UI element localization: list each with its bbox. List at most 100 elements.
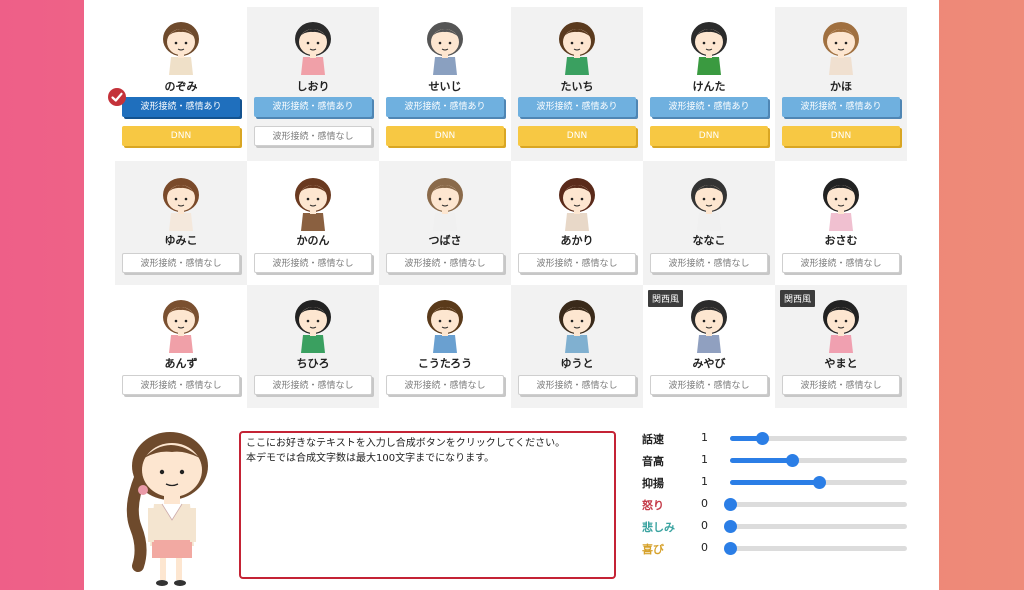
character-name: のぞみ	[164, 80, 198, 93]
slider-row: 怒り 0	[642, 494, 912, 516]
character-avatar-icon	[547, 295, 607, 355]
character-card[interactable]: しおり波形接続・感情あり 波形接続・感情なし	[247, 7, 379, 161]
character-card[interactable]: あんず波形接続・感情なし	[115, 285, 247, 408]
character-name: やまと	[824, 357, 858, 370]
slider-row: 話速 1	[642, 428, 912, 450]
voice-wave-no-emotion-button[interactable]: 波形接続・感情なし	[518, 375, 636, 395]
character-avatar-icon	[415, 295, 475, 355]
voice-wave-no-emotion-button[interactable]: 波形接続・感情なし	[650, 253, 768, 273]
character-avatar-icon	[151, 295, 211, 355]
slider-track[interactable]	[730, 476, 907, 489]
voice-wave-no-emotion-button[interactable]: 波形接続・感情なし	[122, 253, 240, 273]
voice-wave-no-emotion-button[interactable]: 波形接続・感情なし	[650, 375, 768, 395]
slider-label: 悲しみ	[642, 521, 675, 534]
character-name: ゆうと	[560, 357, 594, 370]
dialect-badge: 関西風	[780, 290, 816, 307]
voice-dnn-button[interactable]: DNN	[386, 126, 504, 146]
text-line-2: 本デモでは合成文字数は最大100文字までになります。	[246, 453, 495, 464]
slider-row: 抑揚 1	[642, 472, 912, 494]
character-grid: のぞみ 波形接続・感情あり DNN しおり 波形接続・感情あり 波形接続・感情なし せい…	[108, 7, 907, 408]
synthesis-text-input[interactable]: ここにお好きなテキストを入力し合成ボタンをクリックしてください。 本デモでは合成…	[239, 431, 616, 579]
slider-track[interactable]	[724, 498, 907, 511]
slider-thumb[interactable]	[755, 432, 769, 445]
character-card[interactable]: こうたろう 波形接続・感情なし	[379, 285, 511, 408]
character-card[interactable]: のぞみ波形接続・感情あり DNN	[108, 7, 247, 161]
text-line-1: ここにお好きなテキストを入力し合成ボタンをクリックしてください。	[246, 438, 566, 449]
voice-wave-no-emotion-button[interactable]: 波形接続・感情なし	[254, 375, 372, 395]
slider-track[interactable]	[724, 520, 907, 533]
voice-dnn-button[interactable]: DNN	[518, 126, 636, 146]
character-card[interactable]: けんた波形接続・感情あり DNN	[643, 7, 775, 161]
voice-wave-no-emotion-button[interactable]: 波形接続・感情なし	[518, 253, 636, 273]
dialect-badge: 関西風	[648, 290, 684, 307]
character-card[interactable]: つばさ 波形接続・感情なし	[379, 161, 511, 285]
slider-label: 怒り	[642, 499, 664, 512]
slider-thumb[interactable]	[724, 542, 737, 555]
voice-wave-emotion-button[interactable]: 波形接続・感情あり	[122, 97, 240, 117]
slider-label: 音高	[642, 455, 664, 468]
character-avatar-icon	[679, 295, 739, 355]
slider-track[interactable]	[730, 432, 907, 445]
slider-value: 0	[701, 519, 708, 532]
character-avatar-icon	[283, 173, 343, 233]
voice-wave-no-emotion-button[interactable]: 波形接続・感情なし	[782, 253, 900, 273]
slider-label: 抑揚	[642, 477, 664, 490]
character-name: しおり	[296, 80, 330, 93]
voice-dnn-button[interactable]: DNN	[650, 126, 768, 146]
check-circle-icon	[108, 88, 126, 106]
voice-dnn-button[interactable]: DNN	[122, 126, 240, 146]
character-card[interactable]: おさむ 波形接続・感情なし	[775, 161, 907, 285]
character-avatar-icon	[415, 17, 475, 77]
main-panel: のぞみ 波形接続・感情あり DNN しおり 波形接続・感情あり 波形接続・感情なし せい…	[84, 0, 939, 590]
voice-wave-emotion-button[interactable]: 波形接続・感情あり	[782, 97, 900, 117]
slider-fill	[730, 480, 819, 485]
slider-track[interactable]	[730, 454, 907, 467]
slider-value: 1	[701, 431, 708, 444]
slider-thumb[interactable]	[785, 454, 799, 467]
character-card[interactable]: ちひろ 波形接続・感情なし	[247, 285, 379, 408]
character-avatar-icon	[811, 295, 871, 355]
character-card[interactable]: ゆみこ波形接続・感情なし	[115, 161, 247, 285]
character-name: かほ	[830, 80, 852, 93]
slider-track[interactable]	[724, 542, 907, 555]
character-avatar-icon	[811, 173, 871, 233]
slider-fill	[730, 458, 792, 463]
character-card[interactable]: たいち 波形接続・感情あり DNN	[511, 7, 643, 161]
character-name: せいじ	[428, 80, 462, 93]
voice-wave-no-emotion-button[interactable]: 波形接続・感情なし	[122, 375, 240, 395]
slider-label: 話速	[642, 433, 664, 446]
voice-wave-emotion-button[interactable]: 波形接続・感情あり	[650, 97, 768, 117]
character-card[interactable]: せいじ波形接続・感情あり DNN	[379, 7, 511, 161]
character-name: ゆみこ	[164, 234, 198, 247]
voice-wave-emotion-button[interactable]: 波形接続・感情あり	[518, 97, 636, 117]
slider-value: 0	[701, 497, 708, 510]
voice-wave-emotion-button[interactable]: 波形接続・感情あり	[254, 97, 372, 117]
voice-dnn-button[interactable]: DNN	[782, 126, 900, 146]
slider-thumb[interactable]	[724, 520, 737, 533]
character-card[interactable]: 関西風 みやび 波形接続・感情なし	[643, 285, 775, 408]
character-avatar-icon	[811, 17, 871, 77]
character-name: あんず	[164, 357, 198, 370]
voice-wave-emotion-button[interactable]: 波形接続・感情あり	[386, 97, 504, 117]
character-card[interactable]: ゆうと波形接続・感情なし	[511, 285, 643, 408]
voice-wave-no-emotion-button[interactable]: 波形接続・感情なし	[386, 375, 504, 395]
voice-wave-no-emotion-button[interactable]: 波形接続・感情なし	[386, 253, 504, 273]
slider-value: 1	[701, 453, 708, 466]
slider-value: 1	[701, 475, 708, 488]
slider-thumb[interactable]	[812, 476, 826, 489]
slider-thumb[interactable]	[724, 498, 737, 511]
slider-row: 喜び 0	[642, 538, 912, 560]
voice-wave-no-emotion-button[interactable]: 波形接続・感情なし	[782, 375, 900, 395]
voice-wave-no-emotion-button[interactable]: 波形接続・感情なし	[254, 126, 372, 146]
character-card[interactable]: あかり 波形接続・感情なし	[511, 161, 643, 285]
voice-wave-no-emotion-button[interactable]: 波形接続・感情なし	[254, 253, 372, 273]
slider-label: 喜び	[642, 543, 664, 556]
character-avatar-icon	[415, 173, 475, 233]
character-avatar-icon	[151, 173, 211, 233]
character-card[interactable]: かほ波形接続・感情あり DNN	[775, 7, 907, 161]
character-name: けんた	[692, 80, 726, 93]
character-card[interactable]: かのん 波形接続・感情なし	[247, 161, 379, 285]
character-card[interactable]: 関西風やまと波形接続・感情なし	[775, 285, 907, 408]
character-card[interactable]: ななこ 波形接続・感情なし	[643, 161, 775, 285]
slider-value: 0	[701, 541, 708, 554]
